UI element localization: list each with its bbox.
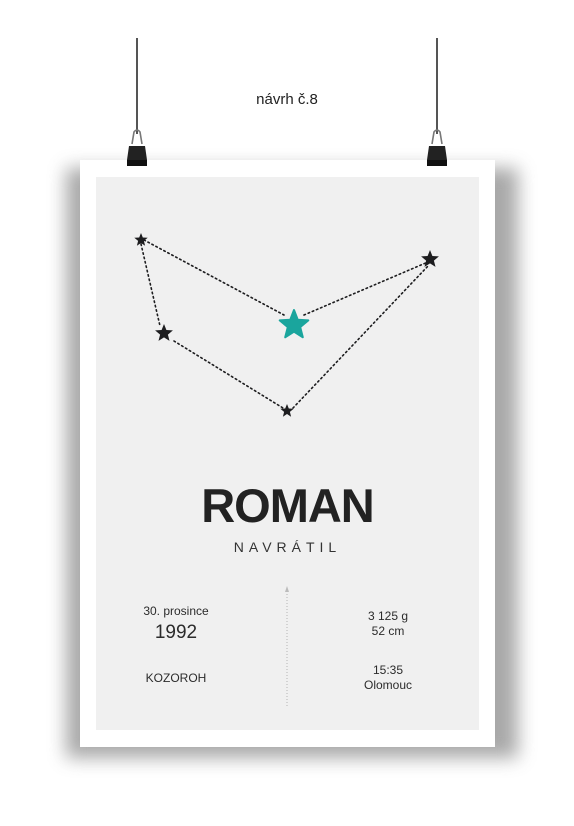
constellation-line [303,261,429,316]
info-divider [285,586,289,706]
capricorn-constellation [134,233,439,706]
birth-length: 52 cm [371,624,405,638]
last-name: NAVRÁTIL [233,539,342,555]
constellation-line [143,239,285,316]
birth-weight: 3 125 g [367,609,409,623]
constellation-line [292,265,429,409]
birth-date-block: 30. prosince 1992 [101,604,251,644]
star-icon [155,324,173,341]
birth-time: 15:35 [372,663,404,677]
birth-date-year: 1992 [154,622,198,643]
birth-time-place-block: 15:35 Olomouc [313,663,463,693]
birth-place: Olomouc [363,678,413,692]
birth-measurements-block: 3 125 g 52 cm [313,609,463,639]
constellation-line [140,243,161,327]
zodiac-sign: KOZOROH [145,671,207,685]
star-icon [280,404,294,417]
birth-date-day: 30. prosince [143,604,209,618]
constellation-stars [134,233,439,417]
constellation-line [173,340,284,409]
first-name: ROMAN [201,479,375,532]
